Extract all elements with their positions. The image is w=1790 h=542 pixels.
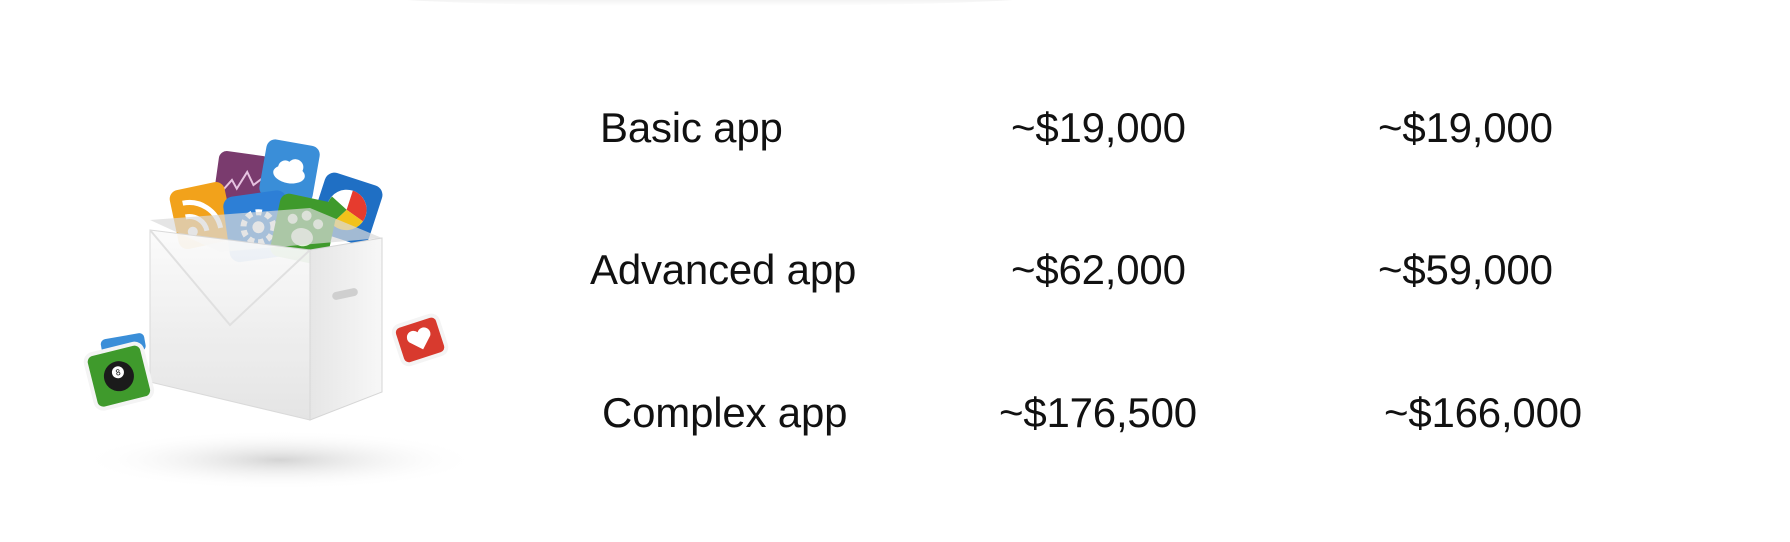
basic-app-price-1: ~$19,000 [1011,104,1186,151]
advanced-app-price-2: ~$59,000 [1378,246,1553,293]
heart-icon [391,313,449,367]
box-side [309,237,383,421]
row-label-complex-app: Complex app [602,389,848,436]
complex-app-price-2: ~$166,000 [1384,389,1582,436]
eight-ball-icon: 8 [83,341,155,411]
row-label-advanced-app: Advanced app [590,246,857,293]
basic-app-price-2: ~$19,000 [1378,104,1553,151]
floor-shadow [80,430,480,490]
advanced-app-price-1: ~$62,000 [1011,246,1186,293]
complex-app-price-1: ~$176,500 [999,389,1197,436]
top-edge-shadow [380,0,1040,6]
row-label-basic-app: Basic app [600,104,783,151]
app-box-illustration: 8 [70,120,490,500]
